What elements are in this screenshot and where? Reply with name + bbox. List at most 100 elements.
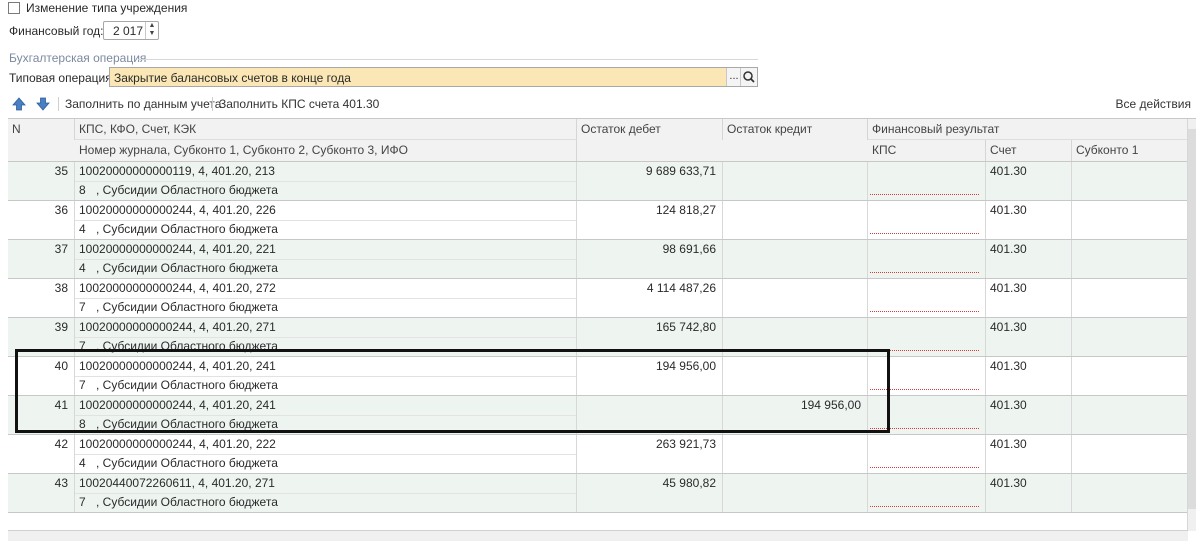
cell-kps[interactable]: 10020000000000244, 4, 401.20, 271 7 , Субс… — [75, 318, 577, 356]
table-row[interactable]: 35 10020000000000119, 4, 401.20, 213 8 , Су… — [8, 162, 1188, 201]
cell-fr-kps[interactable] — [868, 396, 986, 434]
cell-fr-kps[interactable] — [868, 435, 986, 473]
cell-credit[interactable] — [723, 318, 868, 356]
cell-fr-account[interactable]: 401.30 — [986, 201, 1072, 239]
cell-credit[interactable] — [723, 162, 868, 200]
cell-credit[interactable] — [723, 474, 868, 512]
required-underline — [870, 428, 979, 429]
cell-credit[interactable] — [723, 279, 868, 317]
col-header-fr-kps[interactable]: КПС — [868, 140, 986, 161]
cell-debit[interactable]: 124 818,27 — [577, 201, 723, 239]
cell-credit[interactable] — [723, 201, 868, 239]
table-row[interactable]: 36 10020000000000244, 4, 401.20, 226 4 , Су… — [8, 201, 1188, 240]
cell-fr-subkonto1[interactable] — [1072, 357, 1188, 395]
cell-fr-kps[interactable] — [868, 318, 986, 356]
cell-n[interactable]: 35 — [8, 162, 75, 200]
all-actions-button[interactable]: Все действия — [1116, 97, 1191, 111]
cell-credit[interactable]: 194 956,00 — [723, 396, 868, 434]
operations-table[interactable]: N КПС, КФО, Счет, КЭК Остаток дебет Оста… — [8, 118, 1196, 531]
fin-year-field[interactable]: 2 017 ▲ ▼ — [103, 21, 159, 40]
cell-fr-account[interactable]: 401.30 — [986, 435, 1072, 473]
cell-fr-account[interactable]: 401.30 — [986, 279, 1072, 317]
cell-fr-account[interactable]: 401.30 — [986, 357, 1072, 395]
col-header-fr-subkonto1[interactable]: Субконто 1 — [1072, 140, 1188, 161]
cell-credit[interactable] — [723, 240, 868, 278]
cell-kps[interactable]: 10020440072260611, 4, 401.20, 271 7 , Субс… — [75, 474, 577, 512]
cell-fr-subkonto1[interactable] — [1072, 396, 1188, 434]
row-kps: 10020000000000119, 4, 401.20, 213 — [79, 164, 275, 178]
cell-n[interactable]: 41 — [8, 396, 75, 434]
cell-fr-subkonto1[interactable] — [1072, 435, 1188, 473]
cell-fr-kps[interactable] — [868, 201, 986, 239]
cell-kps[interactable]: 10020000000000244, 4, 401.20, 241 8 , Субс… — [75, 396, 577, 434]
col-header-kps[interactable]: КПС, КФО, Счет, КЭК — [75, 119, 577, 140]
cell-kps[interactable]: 10020000000000244, 4, 401.20, 241 7 , Субс… — [75, 357, 577, 395]
table-row[interactable]: 40 10020000000000244, 4, 401.20, 241 7 , Су… — [8, 357, 1188, 396]
cell-fr-subkonto1[interactable] — [1072, 279, 1188, 317]
fill-kps-button[interactable]: Заполнить КПС счета 401.30 — [219, 97, 379, 111]
cell-credit[interactable] — [723, 357, 868, 395]
operation-choose-button[interactable]: ... — [726, 68, 741, 86]
cell-credit[interactable] — [723, 435, 868, 473]
cell-debit[interactable]: 194 956,00 — [577, 357, 723, 395]
cell-fr-kps[interactable] — [868, 474, 986, 512]
col-header-fin-result[interactable]: Финансовый результат — [868, 119, 1188, 140]
cell-debit[interactable]: 9 689 633,71 — [577, 162, 723, 200]
cell-debit[interactable]: 165 742,80 — [577, 318, 723, 356]
cell-fr-account[interactable]: 401.30 — [986, 318, 1072, 356]
type-change-checkbox[interactable] — [8, 2, 20, 14]
vertical-scroll-thumb[interactable] — [1188, 129, 1196, 509]
cell-n[interactable]: 43 — [8, 474, 75, 512]
col-header-kps-sub[interactable]: Номер журнала, Субконто 1, Субконто 2, С… — [75, 140, 577, 161]
cell-debit[interactable]: 263 921,73 — [577, 435, 723, 473]
cell-fr-subkonto1[interactable] — [1072, 318, 1188, 356]
cell-fr-account[interactable]: 401.30 — [986, 396, 1072, 434]
cell-fr-kps[interactable] — [868, 240, 986, 278]
table-row[interactable]: 42 10020000000000244, 4, 401.20, 222 4 , Су… — [8, 435, 1188, 474]
spin-up-icon[interactable]: ▲ — [146, 22, 158, 30]
cell-debit[interactable]: 4 114 487,26 — [577, 279, 723, 317]
col-header-fr-account[interactable]: Счет — [986, 140, 1072, 161]
cell-fr-account[interactable]: 401.30 — [986, 162, 1072, 200]
cell-debit[interactable] — [577, 396, 723, 434]
operation-field[interactable]: Закрытие балансовых счетов в конце года … — [109, 67, 758, 87]
cell-fr-account[interactable]: 401.30 — [986, 240, 1072, 278]
cell-kps[interactable]: 10020000000000244, 4, 401.20, 221 4 , Субс… — [75, 240, 577, 278]
row-number: 35 — [54, 164, 68, 178]
cell-kps[interactable]: 10020000000000244, 4, 401.20, 222 4 , Субс… — [75, 435, 577, 473]
table-row[interactable]: 37 10020000000000244, 4, 401.20, 221 4 , Су… — [8, 240, 1188, 279]
operation-search-icon[interactable] — [740, 68, 757, 86]
cell-fr-subkonto1[interactable] — [1072, 474, 1188, 512]
table-row[interactable]: 39 10020000000000244, 4, 401.20, 271 7 , Су… — [8, 318, 1188, 357]
move-up-icon[interactable] — [11, 96, 27, 112]
cell-n[interactable]: 38 — [8, 279, 75, 317]
cell-kps[interactable]: 10020000000000244, 4, 401.20, 226 4 , Субс… — [75, 201, 577, 239]
cell-kps[interactable]: 10020000000000119, 4, 401.20, 213 8 , Субс… — [75, 162, 577, 200]
fill-by-accounting-button[interactable]: Заполнить по данным учета — [65, 97, 221, 111]
cell-debit[interactable]: 45 980,82 — [577, 474, 723, 512]
row-account: 401.30 — [990, 398, 1027, 412]
row-kps: 10020000000000244, 4, 401.20, 221 — [79, 242, 276, 256]
cell-fr-kps[interactable] — [868, 162, 986, 200]
spin-down-icon[interactable]: ▼ — [146, 30, 158, 38]
cell-fr-kps[interactable] — [868, 279, 986, 317]
cell-n[interactable]: 36 — [8, 201, 75, 239]
table-row[interactable]: 41 10020000000000244, 4, 401.20, 241 8 , Су… — [8, 396, 1188, 435]
cell-fr-subkonto1[interactable] — [1072, 162, 1188, 200]
table-row[interactable]: 43 10020440072260611, 4, 401.20, 271 7 , Су… — [8, 474, 1188, 513]
horizontal-scrollbar[interactable] — [8, 530, 1188, 541]
cell-debit[interactable]: 98 691,66 — [577, 240, 723, 278]
cell-n[interactable]: 42 — [8, 435, 75, 473]
fin-year-spinner[interactable]: ▲ ▼ — [145, 22, 158, 39]
cell-n[interactable]: 37 — [8, 240, 75, 278]
cell-fr-subkonto1[interactable] — [1072, 240, 1188, 278]
cell-n[interactable]: 40 — [8, 357, 75, 395]
table-row[interactable]: 38 10020000000000244, 4, 401.20, 272 7 , Су… — [8, 279, 1188, 318]
cell-fr-account[interactable]: 401.30 — [986, 474, 1072, 512]
vertical-scrollbar[interactable] — [1187, 119, 1196, 531]
cell-n[interactable]: 39 — [8, 318, 75, 356]
cell-fr-subkonto1[interactable] — [1072, 201, 1188, 239]
cell-kps[interactable]: 10020000000000244, 4, 401.20, 272 7 , Субс… — [75, 279, 577, 317]
cell-fr-kps[interactable] — [868, 357, 986, 395]
move-down-icon[interactable] — [35, 96, 51, 112]
